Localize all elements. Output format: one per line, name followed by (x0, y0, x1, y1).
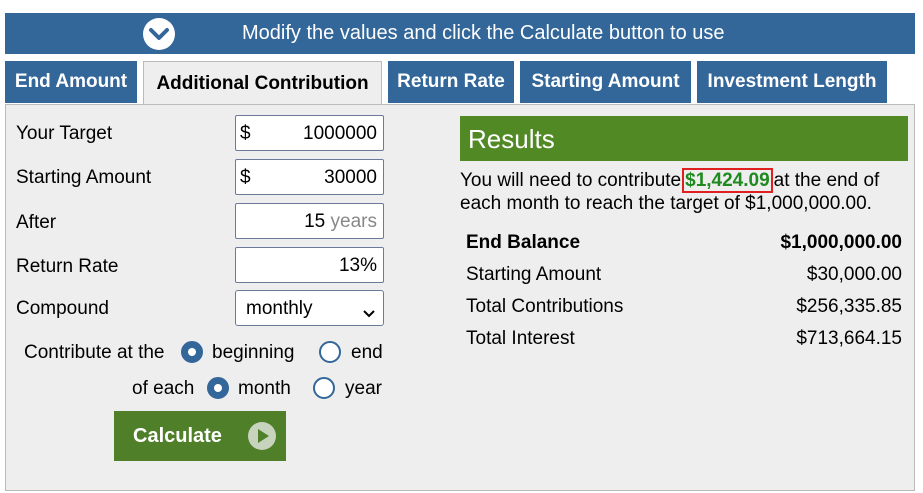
after-label: After (16, 212, 57, 233)
play-circle-icon (248, 422, 276, 450)
rate-value: 13 (338, 255, 361, 276)
of-each-label: of each (132, 378, 195, 399)
compound-select[interactable]: monthly (235, 290, 384, 326)
result-value: $713,664.15 (796, 328, 902, 349)
contribution-amount: $1,424.09 (682, 168, 773, 193)
radio-end[interactable] (319, 341, 341, 363)
results-post: at the end of (773, 170, 880, 191)
rate-label: Return Rate (16, 256, 119, 277)
starting-input[interactable]: $ 30000 (235, 159, 384, 195)
after-unit: years (330, 211, 377, 232)
tab-starting-amount[interactable]: Starting Amount (520, 61, 691, 103)
rate-unit: % (360, 255, 377, 276)
calculate-button[interactable]: Calculate (114, 411, 286, 461)
radio-year[interactable] (313, 377, 335, 399)
result-label: End Balance (466, 232, 581, 253)
tab-investment-length[interactable]: Investment Length (697, 61, 887, 103)
results-title: Results (468, 124, 555, 154)
after-value: 15 (304, 211, 326, 232)
chevron-down-circle-icon[interactable] (143, 18, 175, 50)
radio-month[interactable] (207, 377, 229, 399)
after-input[interactable]: 15 years (235, 203, 384, 239)
results-sentence-line1: You will need to contribute $1,424.09 at t… (460, 168, 880, 193)
rate-input[interactable]: 13% (235, 247, 384, 283)
calculate-label: Calculate (133, 425, 222, 447)
compound-label: Compound (16, 298, 109, 319)
chevron-down-icon (363, 303, 375, 325)
rate-value-wrap: 13% (339, 255, 377, 277)
radio-year-label[interactable]: year (345, 378, 382, 400)
result-label: Total Interest (466, 328, 575, 349)
target-input[interactable]: $ 1000000 (235, 115, 384, 151)
compound-value: monthly (246, 298, 313, 319)
radio-beginning[interactable] (181, 341, 203, 363)
starting-value: 30000 (324, 167, 377, 188)
banner-text: Modify the values and click the Calculat… (242, 22, 725, 44)
result-label: Total Contributions (466, 296, 624, 317)
results-pre: You will need to contribute (460, 170, 682, 191)
radio-beginning-label[interactable]: beginning (212, 342, 294, 364)
results-sentence-line2: each month to reach the target of $1,000… (460, 193, 872, 214)
tab-end-amount[interactable]: End Amount (5, 61, 137, 103)
target-value: 1000000 (303, 123, 377, 144)
tab-return-rate[interactable]: Return Rate (388, 61, 514, 103)
contribute-at-label: Contribute at the (24, 342, 165, 363)
after-value-wrap: 15 years (304, 211, 377, 233)
starting-label: Starting Amount (16, 167, 152, 188)
result-label: Starting Amount (466, 264, 602, 285)
result-value: $256,335.85 (796, 296, 902, 317)
tab-additional-contribution[interactable]: Additional Contribution (143, 61, 382, 105)
radio-month-label[interactable]: month (238, 378, 291, 400)
instruction-banner: Modify the values and click the Calculat… (5, 13, 915, 54)
result-value: $30,000.00 (806, 264, 902, 285)
target-label: Your Target (16, 123, 113, 144)
results-header: Results (460, 116, 908, 161)
starting-prefix: $ (240, 167, 251, 188)
target-prefix: $ (240, 123, 251, 144)
result-value: $1,000,000.00 (780, 232, 902, 253)
radio-end-label[interactable]: end (351, 342, 383, 364)
